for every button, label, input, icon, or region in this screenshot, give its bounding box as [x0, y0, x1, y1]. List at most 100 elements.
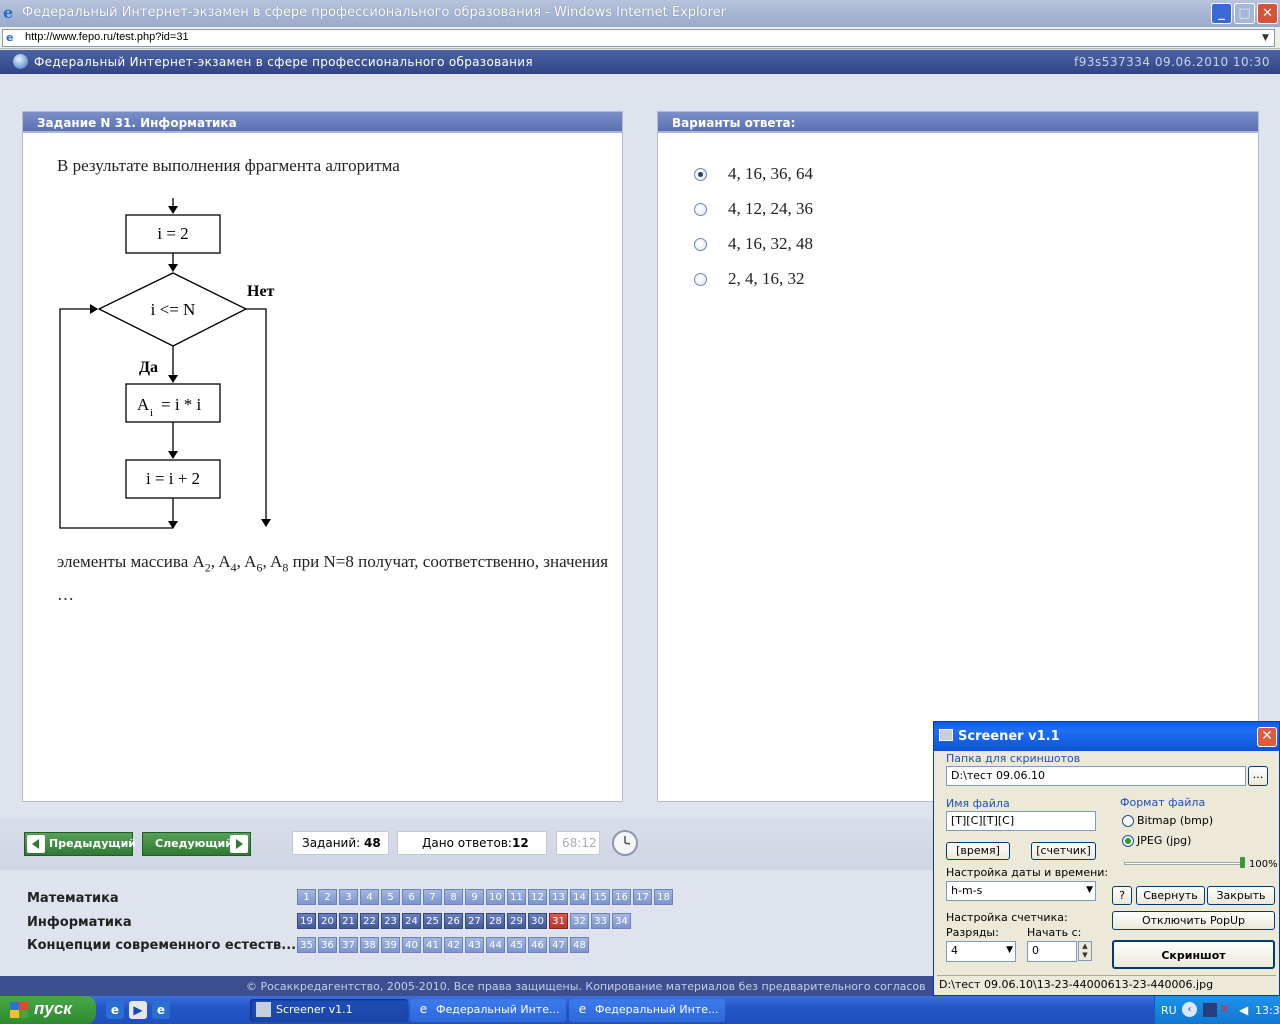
- minimize-button[interactable]: _: [1211, 3, 1232, 24]
- task-cell[interactable]: 1: [297, 889, 316, 905]
- task-cell[interactable]: 15: [591, 889, 610, 905]
- task-cell[interactable]: 2: [318, 889, 337, 905]
- start-button[interactable]: пуск: [0, 996, 96, 1024]
- task-cell[interactable]: 9: [465, 889, 484, 905]
- next-button[interactable]: Следующий: [142, 832, 251, 856]
- answer-radio[interactable]: [694, 238, 707, 251]
- quality-slider[interactable]: [1124, 862, 1244, 865]
- task-cell[interactable]: 18: [654, 889, 673, 905]
- previous-button[interactable]: Предыдущий: [24, 832, 136, 856]
- quality-slider-thumb[interactable]: [1240, 857, 1245, 868]
- task-cell[interactable]: 28: [486, 913, 505, 929]
- antivirus-icon[interactable]: ✕: [1219, 1003, 1233, 1017]
- answer-radio[interactable]: [694, 168, 707, 181]
- task-cell[interactable]: 5: [381, 889, 400, 905]
- task-cell[interactable]: 40: [402, 937, 421, 953]
- task-cell[interactable]: 34: [612, 913, 631, 929]
- screener-title-bar[interactable]: Screener v1.1 ✕: [934, 722, 1279, 751]
- screenshot-button[interactable]: Скриншот: [1112, 940, 1275, 969]
- answer-radio[interactable]: [694, 203, 707, 216]
- task-cell[interactable]: 23: [381, 913, 400, 929]
- maximize-button[interactable]: □: [1234, 3, 1255, 24]
- taskbar-item[interactable]: e Федеральный Инте...: [569, 999, 725, 1022]
- folder-input[interactable]: D:\тест 09.06.10: [946, 766, 1246, 786]
- task-cell[interactable]: 13: [549, 889, 568, 905]
- task-cell[interactable]: 46: [528, 937, 547, 953]
- taskbar-item[interactable]: Screener v1.1: [250, 999, 408, 1022]
- task-cell[interactable]: 20: [318, 913, 337, 929]
- task-cell[interactable]: 19: [297, 913, 316, 929]
- media-player-icon[interactable]: ▶: [129, 1001, 147, 1019]
- condition-text: i <= N: [151, 300, 196, 319]
- task-cell[interactable]: 21: [339, 913, 358, 929]
- insert-time-button[interactable]: [время]: [946, 842, 1010, 860]
- task-cell[interactable]: 36: [318, 937, 337, 953]
- task-cell[interactable]: 3: [339, 889, 358, 905]
- datetime-select[interactable]: h-m-s ▼: [946, 881, 1096, 901]
- task-cell[interactable]: 8: [444, 889, 463, 905]
- task-cell[interactable]: 24: [402, 913, 421, 929]
- task-cell[interactable]: 39: [381, 937, 400, 953]
- task-cell[interactable]: 45: [507, 937, 526, 953]
- address-dropdown-icon[interactable]: ▼: [1258, 30, 1273, 46]
- start-label: Начать с:: [1027, 926, 1082, 939]
- browser-title-bar[interactable]: e Федеральный Интернет-экзамен в сфере п…: [0, 0, 1280, 27]
- digits-select[interactable]: 4 ▼: [946, 941, 1016, 962]
- help-button[interactable]: ?: [1112, 886, 1132, 905]
- task-cell[interactable]: 14: [570, 889, 589, 905]
- task-cell[interactable]: 30: [528, 913, 547, 929]
- taskbar-item[interactable]: e Федеральный Инте...: [410, 999, 566, 1022]
- ie-quicklaunch-icon[interactable]: e: [106, 1001, 124, 1019]
- jpg-radio[interactable]: [1122, 835, 1134, 847]
- footer-text: © Росаккредагентство, 2005-2010. Все пра…: [246, 980, 926, 993]
- task-cell[interactable]: 43: [465, 937, 484, 953]
- bmp-radio[interactable]: [1122, 815, 1134, 827]
- volume-icon[interactable]: ◀: [1239, 1003, 1253, 1017]
- insert-counter-button[interactable]: [счетчик]: [1031, 842, 1096, 860]
- answer-label: 4, 16, 32, 48: [728, 234, 813, 253]
- answer-radio[interactable]: [694, 273, 707, 286]
- answers-header: Варианты ответа:: [658, 112, 1258, 133]
- task-cell[interactable]: 29: [507, 913, 526, 929]
- collapse-tray-icon[interactable]: ‹: [1182, 1002, 1197, 1017]
- task-cell[interactable]: 48: [570, 937, 589, 953]
- task-cell[interactable]: 41: [423, 937, 442, 953]
- task-cell[interactable]: 10: [486, 889, 505, 905]
- browse-button[interactable]: ...: [1248, 766, 1268, 786]
- close-button[interactable]: ✕: [1257, 3, 1278, 24]
- disable-popup-button[interactable]: Отключить PopUp: [1112, 911, 1275, 930]
- question-intro: В результате выполнения фрагмента алгори…: [57, 156, 400, 175]
- task-cell[interactable]: 26: [444, 913, 463, 929]
- screener-close-button[interactable]: ✕: [1257, 727, 1277, 747]
- task-cell[interactable]: 44: [486, 937, 505, 953]
- start-spinner[interactable]: ▲ ▼: [1078, 941, 1092, 961]
- task-cell[interactable]: 32: [570, 913, 589, 929]
- task-cell[interactable]: 7: [423, 889, 442, 905]
- start-input[interactable]: 0: [1027, 941, 1077, 962]
- task-cell[interactable]: 25: [423, 913, 442, 929]
- task-cell[interactable]: 4: [360, 889, 379, 905]
- filename-label: Имя файла: [946, 797, 1010, 810]
- task-cell[interactable]: 27: [465, 913, 484, 929]
- task-cell[interactable]: 35: [297, 937, 316, 953]
- task-cell[interactable]: 38: [360, 937, 379, 953]
- site-title: Федеральный Интернет-экзамен в сфере про…: [34, 55, 533, 69]
- filename-input[interactable]: [Т][С][Т][С]: [946, 811, 1096, 831]
- network-icon[interactable]: [1203, 1003, 1217, 1017]
- task-cell[interactable]: 11: [507, 889, 526, 905]
- task-cell[interactable]: 22: [360, 913, 379, 929]
- task-cell[interactable]: 6: [402, 889, 421, 905]
- minimize-screener-button[interactable]: Свернуть: [1136, 886, 1205, 905]
- task-cell[interactable]: 16: [612, 889, 631, 905]
- close-screener-button[interactable]: Закрыть: [1207, 886, 1275, 905]
- task-cell[interactable]: 42: [444, 937, 463, 953]
- language-indicator[interactable]: RU: [1161, 1004, 1177, 1017]
- task-cell[interactable]: 17: [633, 889, 652, 905]
- outlook-icon[interactable]: e: [152, 1001, 170, 1019]
- task-cell[interactable]: 47: [549, 937, 568, 953]
- task-cell[interactable]: 31: [549, 913, 568, 929]
- task-cell[interactable]: 33: [591, 913, 610, 929]
- task-cell[interactable]: 37: [339, 937, 358, 953]
- address-field[interactable]: e http://www.fepo.ru/test.php?id=31 ▼: [2, 29, 1275, 47]
- task-cell[interactable]: 12: [528, 889, 547, 905]
